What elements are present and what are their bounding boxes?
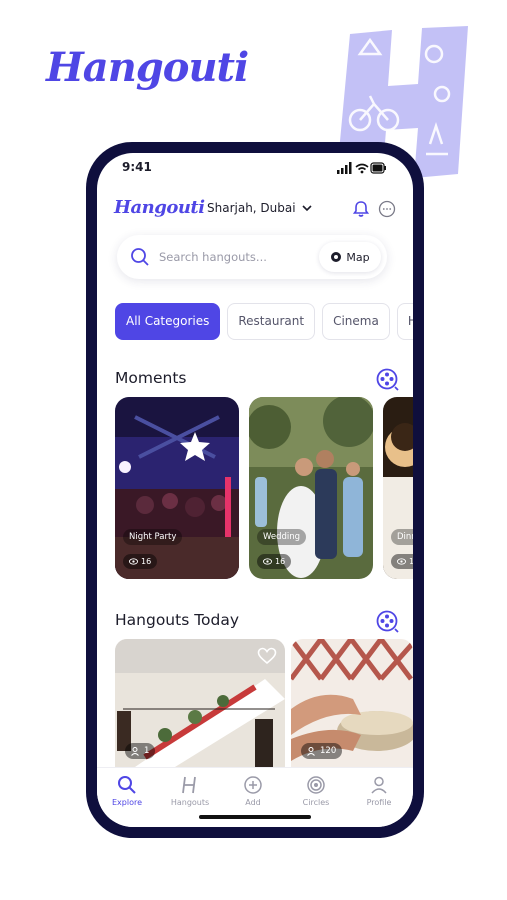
category-chips: All Categories Restaurant Cinema H: [115, 303, 413, 341]
search-bar[interactable]: Search hangouts... Map: [117, 235, 387, 279]
tab-label: Profile: [366, 798, 392, 807]
hangouts-today-title: Hangouts Today: [115, 611, 240, 629]
reel-icon[interactable]: [375, 367, 399, 391]
map-pin-icon: [331, 252, 342, 262]
attendee-count: 120: [301, 743, 343, 759]
moment-label: Wedding: [257, 529, 307, 545]
people-icon: [131, 746, 139, 756]
map-button-label: Map: [346, 250, 370, 264]
moment-views: 1: [391, 554, 413, 569]
moment-views-count: 16: [141, 557, 152, 566]
status-time: 9:41: [122, 160, 152, 174]
location-selector[interactable]: Sharjah, Dubai: [207, 201, 312, 215]
search-icon: [131, 248, 149, 266]
phone-frame: 9:41 Hangouti Sharjah, Dubai Search hang…: [86, 142, 424, 838]
moment-views-count: 1: [409, 557, 413, 566]
app-header: Hangouti Sharjah, Dubai: [97, 193, 413, 227]
app-logo: Hangouti: [114, 197, 205, 218]
moment-views-count: 16: [275, 557, 286, 566]
hangout-card[interactable]: 1: [115, 639, 285, 767]
tab-add[interactable]: Add: [223, 774, 283, 807]
attendee-count: 1: [125, 743, 156, 759]
moment-label: Night Party: [123, 529, 183, 545]
heart-icon[interactable]: [257, 647, 277, 665]
moment-label: Dinn: [391, 529, 413, 545]
moment-views: 16: [123, 554, 158, 569]
app-screen: 9:41 Hangouti Sharjah, Dubai Search hang…: [97, 153, 413, 827]
moment-card[interactable]: Dinn 1: [383, 397, 413, 579]
people-icon: [307, 746, 315, 756]
attendee-count-value: 120: [320, 746, 337, 756]
explore-icon: [118, 776, 136, 794]
eye-icon: [129, 558, 138, 565]
profile-icon: [371, 776, 387, 794]
eye-icon: [263, 558, 272, 565]
chip-restaurant[interactable]: Restaurant: [227, 303, 316, 340]
search-input[interactable]: Search hangouts...: [159, 250, 267, 264]
tab-label: Hangouts: [170, 798, 210, 807]
brand-logo: Hangouti: [46, 44, 249, 91]
tab-hangouts[interactable]: Hangouts: [160, 774, 220, 807]
hangouts-icon: [182, 776, 196, 794]
chevron-down-icon: [302, 204, 312, 211]
status-bar: 9:41: [97, 153, 413, 189]
chip-more[interactable]: H: [396, 303, 413, 340]
hangouts-carousel: 1 120: [115, 639, 413, 767]
tab-label: Explore: [111, 798, 143, 807]
moment-image: [249, 397, 373, 579]
tab-profile[interactable]: Profile: [349, 774, 409, 807]
map-button[interactable]: Map: [319, 242, 381, 272]
circles-icon: [307, 776, 325, 794]
chip-all-categories[interactable]: All Categories: [115, 303, 221, 340]
bell-icon[interactable]: [351, 199, 371, 219]
location-label: Sharjah, Dubai: [207, 201, 296, 215]
moments-title: Moments: [115, 369, 187, 387]
system-icons: [337, 162, 386, 174]
moment-card[interactable]: Wedding 16: [249, 397, 373, 579]
tab-label: Add: [245, 798, 261, 807]
chat-icon[interactable]: [377, 199, 397, 219]
home-indicator: [199, 815, 311, 819]
hangout-card[interactable]: 120: [291, 639, 413, 767]
eye-icon: [397, 558, 406, 565]
moment-image: [383, 397, 413, 579]
moment-views: 16: [257, 554, 292, 569]
tab-label: Circles: [302, 798, 330, 807]
chip-cinema[interactable]: Cinema: [322, 303, 390, 340]
tab-circles[interactable]: Circles: [286, 774, 346, 807]
add-icon: [244, 776, 262, 794]
tab-explore[interactable]: Explore: [97, 774, 157, 807]
reel-icon[interactable]: [375, 609, 399, 633]
moments-carousel: Night Party 16 Wedding 16 Din 1: [115, 397, 413, 581]
moment-card[interactable]: Night Party 16: [115, 397, 239, 579]
attendee-count-value: 1: [144, 746, 150, 756]
moment-image: [115, 397, 239, 579]
